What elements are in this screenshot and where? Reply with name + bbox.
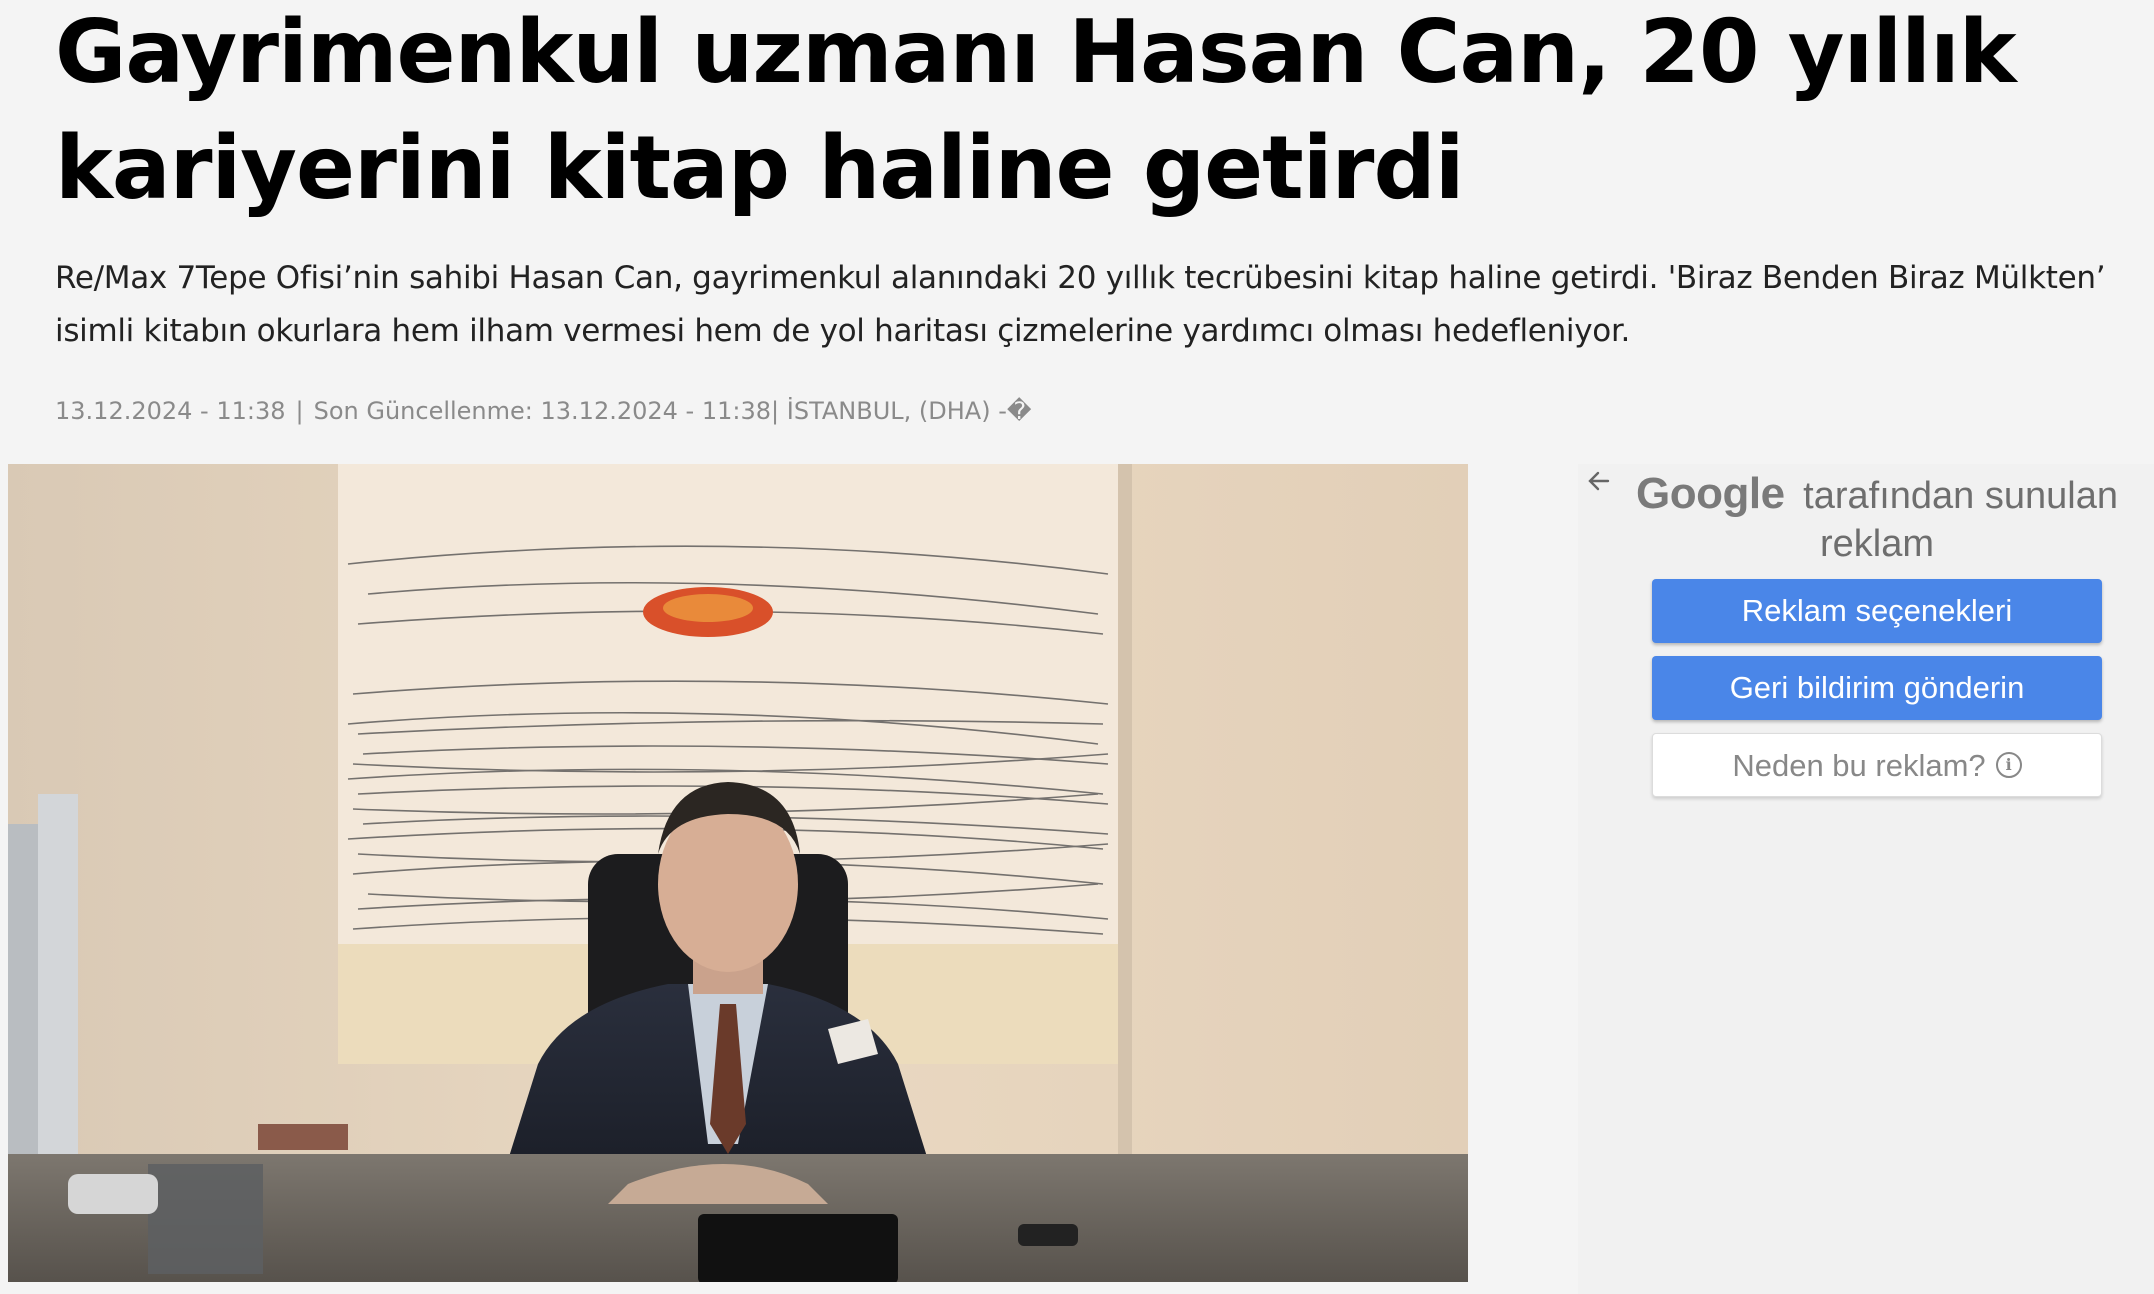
info-icon: i	[1995, 751, 2022, 778]
tablet	[698, 1214, 898, 1282]
pen-holder	[148, 1164, 263, 1274]
article-meta: 13.12.2024 - 11:38 | Son Güncellenme: 13.1…	[55, 393, 1031, 429]
ad-options-button[interactable]: Reklam seçenekleri	[1652, 579, 2102, 643]
why-this-ad-button[interactable]: Neden bu reklam? i	[1652, 733, 2102, 797]
google-logo: Google	[1636, 469, 1785, 518]
ad-title-text: tarafından sunulan reklam	[1803, 475, 2118, 565]
photo-gutter	[1468, 464, 1478, 1294]
article-photo	[8, 464, 1468, 1282]
location-separator: |	[771, 397, 780, 425]
photo-illustration	[8, 464, 1468, 1282]
ad-feedback-button[interactable]: Geri bildirim gönderin	[1652, 656, 2102, 720]
published-date: 13.12.2024 - 11:38	[55, 397, 286, 425]
why-this-ad-label: Neden bu reklam?	[1732, 748, 1986, 783]
meta-separator: |	[295, 397, 304, 425]
arrow-left-icon[interactable]	[1586, 468, 1612, 494]
ad-options-label: Reklam seçenekleri	[1741, 593, 2013, 628]
article-summary: Re/Max 7Tepe Ofisi’nin sahibi Hasan Can,…	[55, 260, 2106, 349]
ad-title: Google tarafından sunulan reklam	[1630, 470, 2124, 568]
article-headline: Gayrimenkul uzmanı Hasan Can, 20 yıllık …	[55, 1, 2017, 219]
location-source: İSTANBUL, (DHA) -�	[786, 397, 1032, 425]
updated-label: Son Güncellenme:	[313, 397, 533, 425]
ad-feedback-label: Geri bildirim gönderin	[1729, 670, 2025, 705]
updated-date: 13.12.2024 - 11:38	[540, 397, 772, 425]
